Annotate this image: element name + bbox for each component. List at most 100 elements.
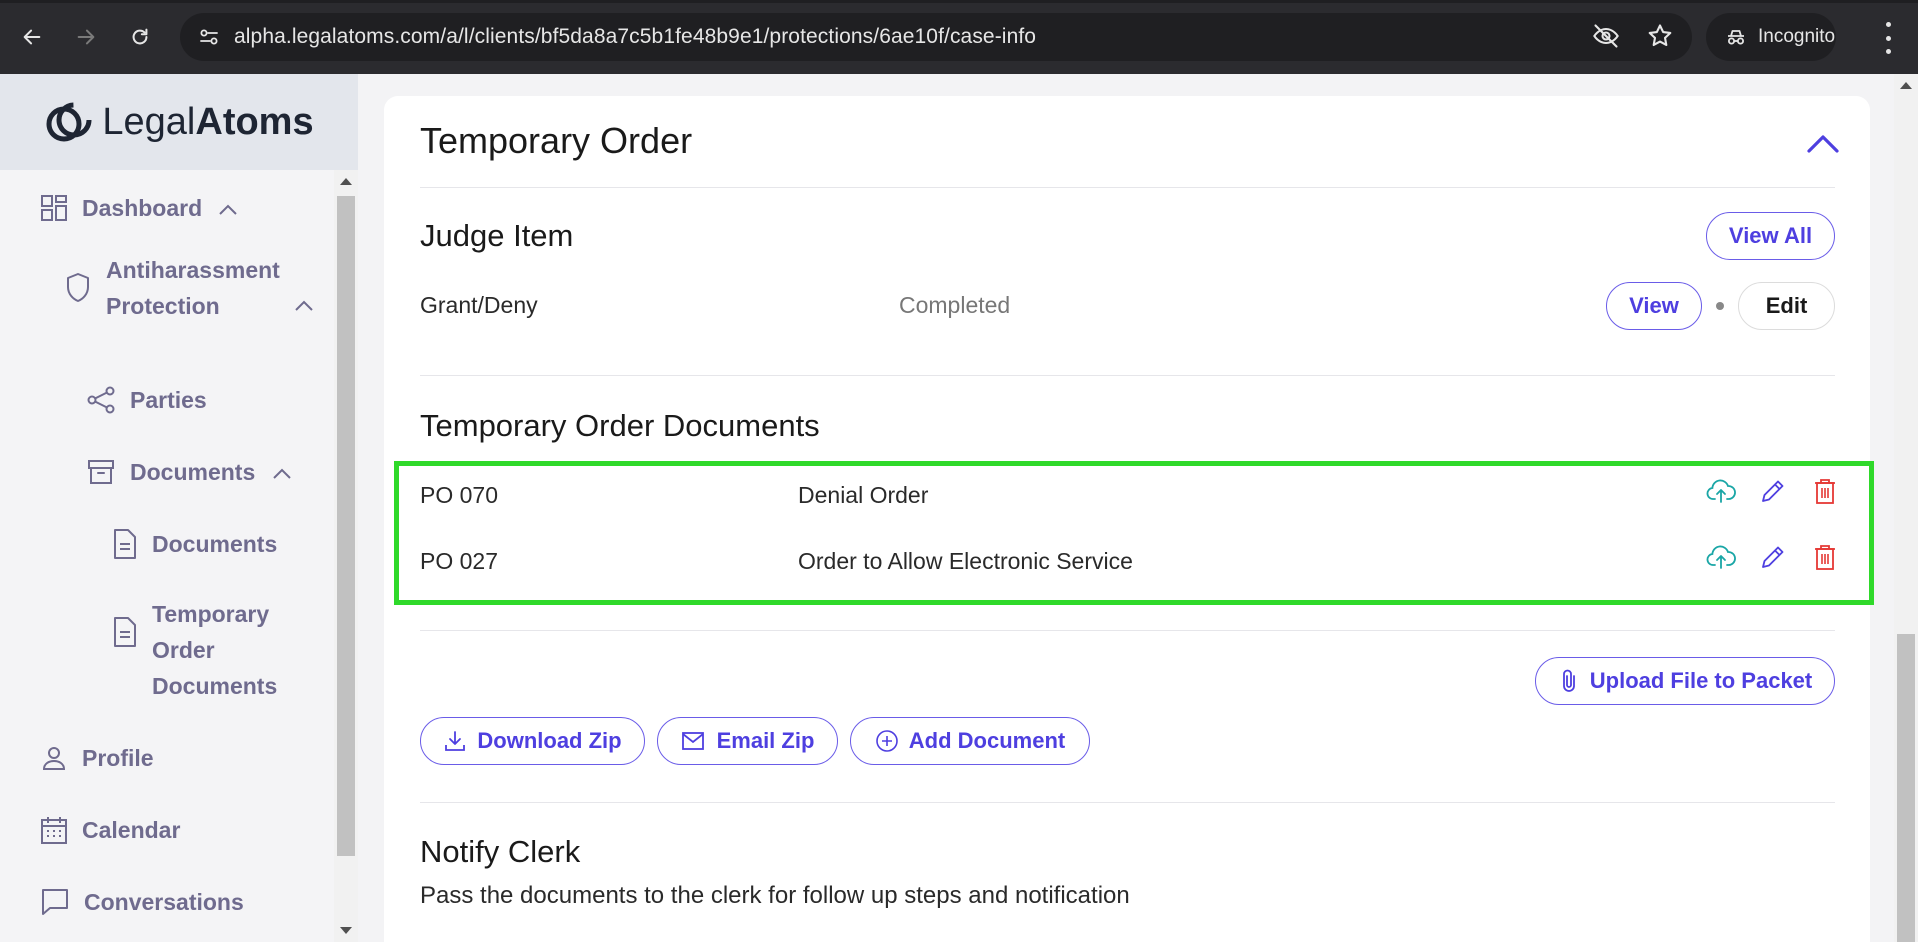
- judge-item-heading: Judge Item: [420, 218, 574, 253]
- protection-line-1: Antiharassment: [106, 257, 280, 283]
- user-icon: [42, 747, 66, 770]
- upload-file-to-packet-button[interactable]: Upload File to Packet: [1535, 657, 1835, 705]
- logo-text: LegalAtoms: [102, 101, 313, 144]
- divider: [420, 187, 1835, 188]
- reload-button[interactable]: [122, 19, 158, 55]
- sidebar-item-label: Temporary Order Documents: [152, 596, 277, 704]
- url-text[interactable]: alpha.legalatoms.com/a/l/clients/bf5da8a…: [234, 25, 1036, 49]
- chat-bubble-icon: [42, 889, 68, 915]
- temp-line-3: Documents: [152, 673, 278, 699]
- notify-clerk-description: Pass the documents to the clerk for foll…: [420, 882, 1130, 909]
- upload-button-label: Upload File to Packet: [1589, 668, 1813, 693]
- add-document-button[interactable]: Add Document: [850, 717, 1090, 765]
- sidebar-item-label: Documents: [152, 531, 278, 557]
- document-icon: [114, 617, 136, 647]
- browser-toolbar: alpha.legalatoms.com/a/l/clients/bf5da8a…: [0, 0, 1918, 74]
- plus-circle-icon: [875, 730, 898, 752]
- document-icon: [114, 529, 136, 559]
- temp-line-1: Temporary: [152, 601, 270, 627]
- pencil-edit-icon[interactable]: [1758, 542, 1788, 572]
- incognito-indicator[interactable]: Incognito: [1706, 13, 1836, 61]
- sidebar-item-label: Dashboard: [82, 195, 203, 221]
- share-nodes-icon: [87, 386, 115, 414]
- temporary-order-documents-heading: Temporary Order Documents: [420, 408, 820, 443]
- trash-delete-icon[interactable]: [1810, 476, 1840, 506]
- document-row-actions: [1706, 542, 1840, 572]
- sidebar-item-label: Conversations: [84, 889, 244, 915]
- divider: [420, 802, 1835, 803]
- judge-item-name: Grant/Deny: [420, 292, 538, 318]
- sidebar-nav: Dashboard Antiharassment Protection Parti…: [0, 170, 334, 942]
- chevron-up-icon[interactable]: [272, 468, 292, 480]
- back-arrow-icon: [23, 29, 41, 45]
- logo[interactable]: LegalAtoms: [0, 74, 358, 170]
- scrollbar-thumb[interactable]: [1897, 634, 1915, 942]
- sidebar-item-label: Calendar: [82, 817, 181, 843]
- email-icon: [681, 732, 704, 750]
- legalatoms-logo-icon: [46, 102, 92, 142]
- address-bar[interactable]: alpha.legalatoms.com/a/l/clients/bf5da8a…: [180, 13, 1692, 61]
- sidebar-item-dashboard[interactable]: Dashboard: [40, 190, 202, 226]
- collapse-chevron-icon[interactable]: [1806, 132, 1840, 154]
- pencil-edit-icon[interactable]: [1758, 476, 1788, 506]
- document-row-actions: [1706, 476, 1840, 506]
- chevron-up-icon[interactable]: [218, 204, 238, 216]
- paperclip-icon: [1562, 669, 1575, 692]
- eye-off-icon[interactable]: [1592, 22, 1620, 50]
- forward-button[interactable]: [68, 19, 104, 55]
- sidebar-item-conversations[interactable]: Conversations: [40, 884, 244, 920]
- add-document-label: Add Document: [908, 728, 1066, 753]
- tab-strip: [0, 0, 1918, 3]
- chevron-up-icon[interactable]: [294, 300, 314, 312]
- sidebar-item-label: Documents: [130, 459, 256, 485]
- shield-icon: [67, 273, 89, 302]
- reload-icon: [132, 28, 148, 45]
- download-zip-button[interactable]: Download Zip: [420, 717, 645, 765]
- documents-highlight-box: [394, 461, 1874, 605]
- scroll-up-arrow-icon[interactable]: [340, 178, 352, 185]
- site-settings-icon[interactable]: [194, 22, 224, 52]
- document-code: PO 027: [420, 548, 498, 574]
- separator-dot: [1716, 302, 1724, 310]
- incognito-icon: [1728, 30, 1744, 45]
- cloud-upload-icon[interactable]: [1706, 476, 1736, 506]
- incognito-label: Incognito: [1758, 26, 1836, 47]
- sidebar-item-parties[interactable]: Parties: [86, 382, 207, 418]
- scroll-up-arrow-icon[interactable]: [1900, 82, 1912, 89]
- document-name[interactable]: Order to Allow Electronic Service: [798, 548, 1133, 575]
- cloud-upload-icon[interactable]: [1706, 542, 1736, 572]
- forward-arrow-icon: [77, 29, 95, 45]
- sidebar-item-antiharassment-protection[interactable]: Antiharassment Protection: [64, 252, 280, 324]
- download-zip-label: Download Zip: [477, 728, 622, 753]
- notify-clerk-heading: Notify Clerk: [420, 834, 581, 869]
- bookmark-star-icon[interactable]: [1646, 22, 1674, 50]
- sidebar-item-label: Profile: [82, 745, 154, 771]
- document-name[interactable]: Denial Order: [798, 482, 928, 509]
- sidebar-item-temporary-order-documents[interactable]: Temporary Order Documents: [112, 596, 277, 704]
- sidebar-item-calendar[interactable]: Calendar: [40, 812, 180, 848]
- sidebar-scrollbar[interactable]: [334, 170, 358, 942]
- edit-button[interactable]: Edit: [1738, 282, 1835, 330]
- sidebar-item-documents[interactable]: Documents: [112, 526, 277, 562]
- sidebar-item-label: Parties: [130, 387, 207, 413]
- sidebar-item-profile[interactable]: Profile: [40, 740, 154, 776]
- email-zip-button[interactable]: Email Zip: [657, 717, 838, 765]
- view-button[interactable]: View: [1606, 282, 1702, 330]
- trash-delete-icon[interactable]: [1810, 542, 1840, 572]
- judge-item-status: Completed: [899, 292, 1011, 318]
- divider: [420, 375, 1835, 376]
- sidebar-item-documents-group[interactable]: Documents: [86, 454, 255, 490]
- temp-line-2: Order: [152, 637, 215, 663]
- view-all-button[interactable]: View All: [1706, 212, 1835, 260]
- dashboard-icon: [41, 195, 67, 221]
- archive-box-icon: [88, 460, 114, 484]
- scrollbar-thumb[interactable]: [337, 196, 355, 856]
- scroll-down-arrow-icon[interactable]: [340, 927, 352, 934]
- download-icon: [445, 731, 466, 751]
- calendar-icon: [41, 817, 67, 844]
- main-scrollbar[interactable]: [1894, 74, 1918, 942]
- browser-menu-button[interactable]: [1874, 22, 1902, 54]
- email-zip-label: Email Zip: [716, 728, 815, 753]
- back-button[interactable]: [14, 19, 50, 55]
- logo-text-light: Legal: [102, 100, 196, 143]
